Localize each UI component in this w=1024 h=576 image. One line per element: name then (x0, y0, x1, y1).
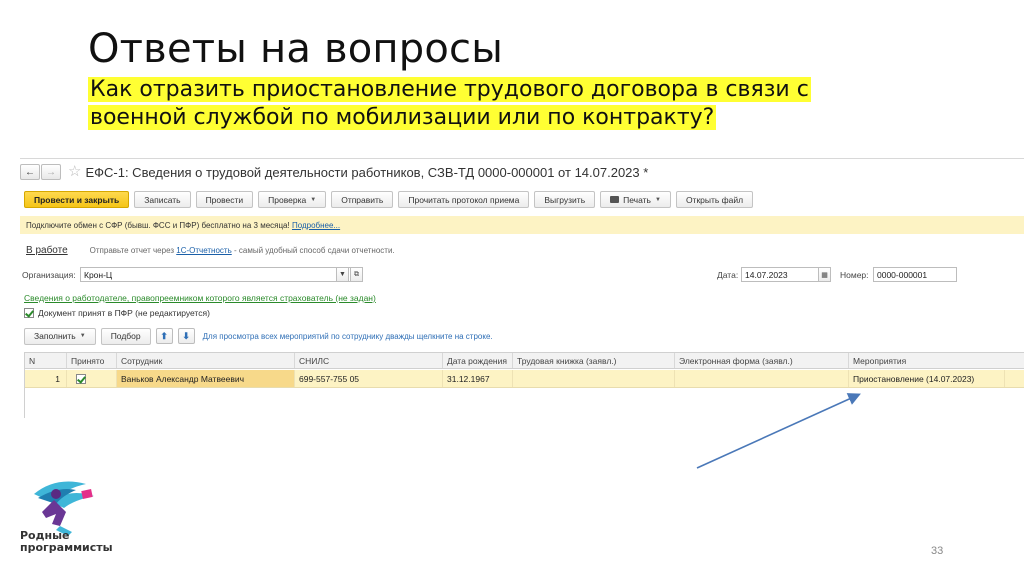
move-up-button[interactable]: ⬆ (155, 328, 173, 344)
slide-title: Ответы на вопросы (88, 26, 503, 72)
row-accepted-checkbox[interactable] (76, 373, 86, 384)
arrow-up-icon: ⬆ (160, 330, 168, 341)
column-header-electronic-form[interactable]: Электронная форма (заявл.) (675, 353, 849, 368)
accepted-checkbox-label: Документ принят в ПФР (не редактируется) (38, 308, 210, 318)
number-field[interactable]: 0000-000001 (873, 267, 957, 282)
caret-down-icon: ▼ (79, 333, 86, 339)
organization-field[interactable]: Крон-Ц (80, 267, 352, 282)
organization-open-button[interactable]: ⧉ (350, 267, 363, 282)
document-window: ← → ☆ ЕФС-1: Сведения о трудовой деятель… (20, 158, 1024, 418)
window-divider (20, 158, 1024, 159)
cell-electronic-form[interactable] (675, 370, 849, 387)
arrow-right-icon: → (46, 166, 56, 178)
open-icon: ⧉ (354, 270, 359, 278)
favorite-star-icon[interactable]: ☆ (68, 164, 81, 180)
send-button[interactable]: Отправить (331, 191, 394, 208)
employer-info-link[interactable]: Сведения о работодателе, правопреемником… (24, 293, 376, 303)
subtitle-text: Как отразить приостановление трудового д… (88, 77, 811, 130)
caret-down-icon: ▼ (654, 196, 661, 203)
document-toolbar: Провести и закрыть Записать Провести Про… (24, 191, 754, 209)
organization-dropdown-button[interactable]: ▼ (336, 267, 349, 282)
calendar-button[interactable]: ▦ (818, 267, 831, 282)
move-down-button[interactable]: ⬇ (177, 328, 195, 344)
open-file-button[interactable]: Открыть файл (675, 191, 754, 208)
notice-bar: Подключите обмен с СФР (бывш. ФСС и ПФР)… (20, 216, 1024, 234)
print-dropdown-button[interactable]: Печать ▼ (600, 191, 671, 208)
organization-label: Организация: (22, 270, 76, 280)
table-header: N Принято Сотрудник СНИЛС Дата рождения … (25, 352, 1024, 369)
header-fields: Организация: Крон-Ц ▼ ⧉ Дата: 14.07.2023… (20, 267, 1024, 283)
read-protocol-button[interactable]: Прочитать протокол приема (398, 191, 530, 208)
cell-accepted[interactable] (67, 370, 117, 387)
employees-table: N Принято Сотрудник СНИЛС Дата рождения … (24, 352, 1024, 418)
notice-more-link[interactable]: Подробнее... (292, 221, 340, 230)
table-toolbar: Заполнить ▼ Подбор ⬆ ⬇ Для просмотра всех… (24, 327, 493, 345)
date-label: Дата: (717, 270, 739, 280)
document-title: ЕФС-1: Сведения о трудовой деятельности … (85, 164, 649, 180)
column-header-events[interactable]: Мероприятия (849, 353, 1024, 368)
logo-text: Родные программисты (20, 530, 113, 554)
table-row[interactable]: 1 Ваньков Александр Матвеевич 699-557-75… (25, 370, 1024, 388)
fill-label: Заполнить (34, 331, 76, 341)
printer-icon (610, 196, 620, 203)
table-hint: Для просмотра всех мероприятий по сотруд… (202, 331, 493, 341)
status-row: В работе Отправьте отчет через 1С-Отчетн… (26, 245, 395, 256)
number-label: Номер: (840, 270, 869, 280)
cell-work-book[interactable] (513, 370, 675, 387)
logo-head (51, 489, 61, 499)
caret-down-icon: ▼ (339, 271, 346, 278)
status-text-after: - самый удобный способ сдачи отчетности. (233, 246, 395, 255)
status-hint: Отправьте отчет через 1С-Отчетность - са… (90, 246, 395, 255)
forward-button[interactable]: → (41, 164, 61, 180)
cell-events[interactable]: Приостановление (14.07.2023) (849, 370, 1005, 387)
logo-book (81, 489, 93, 499)
reporting-link[interactable]: 1С-Отчетность (176, 246, 232, 255)
save-button[interactable]: Записать (134, 191, 191, 208)
page-number: 33 (931, 545, 944, 557)
column-header-snils[interactable]: СНИЛС (295, 353, 443, 368)
window-titlebar: ← → ☆ ЕФС-1: Сведения о трудовой деятель… (20, 162, 648, 182)
select-button[interactable]: Подбор (100, 327, 151, 345)
calendar-icon: ▦ (821, 271, 828, 279)
slide-subtitle: Как отразить приостановление трудового д… (88, 76, 888, 132)
status-text-before: Отправьте отчет через (89, 246, 175, 255)
logo-text-line2: программисты (20, 541, 113, 554)
caret-down-icon: ▼ (310, 196, 317, 203)
fill-dropdown-button[interactable]: Заполнить ▼ (24, 327, 96, 345)
column-header-work-book[interactable]: Трудовая книжка (заявл.) (513, 353, 675, 368)
column-header-n[interactable]: N (25, 353, 67, 368)
notice-text: Подключите обмен с СФР (бывш. ФСС и ПФР)… (26, 220, 290, 230)
cell-employee[interactable]: Ваньков Александр Матвеевич (117, 370, 295, 387)
cell-snils[interactable]: 699-557-755 05 (295, 370, 443, 387)
back-button[interactable]: ← (20, 164, 40, 180)
print-label: Печать (623, 194, 651, 205)
accepted-checkbox-row[interactable]: Документ принят в ПФР (не редактируется) (24, 308, 210, 318)
status-link[interactable]: В работе (26, 245, 68, 256)
column-header-employee[interactable]: Сотрудник (117, 353, 295, 368)
cell-n: 1 (25, 370, 67, 387)
check-label: Проверка (268, 194, 307, 205)
column-header-birth-date[interactable]: Дата рождения (443, 353, 513, 368)
check-dropdown-button[interactable]: Проверка ▼ (258, 191, 327, 208)
cell-birth-date[interactable]: 31.12.1967 (443, 370, 513, 387)
arrow-left-icon: ← (25, 166, 35, 178)
column-header-accepted[interactable]: Принято (67, 353, 117, 368)
post-button[interactable]: Провести (195, 191, 254, 208)
accepted-checkbox[interactable] (24, 308, 34, 318)
post-and-close-button[interactable]: Провести и закрыть (24, 191, 130, 208)
date-field[interactable]: 14.07.2023 (741, 267, 819, 282)
upload-button[interactable]: Выгрузить (534, 191, 596, 208)
arrow-down-icon: ⬇ (182, 330, 190, 341)
